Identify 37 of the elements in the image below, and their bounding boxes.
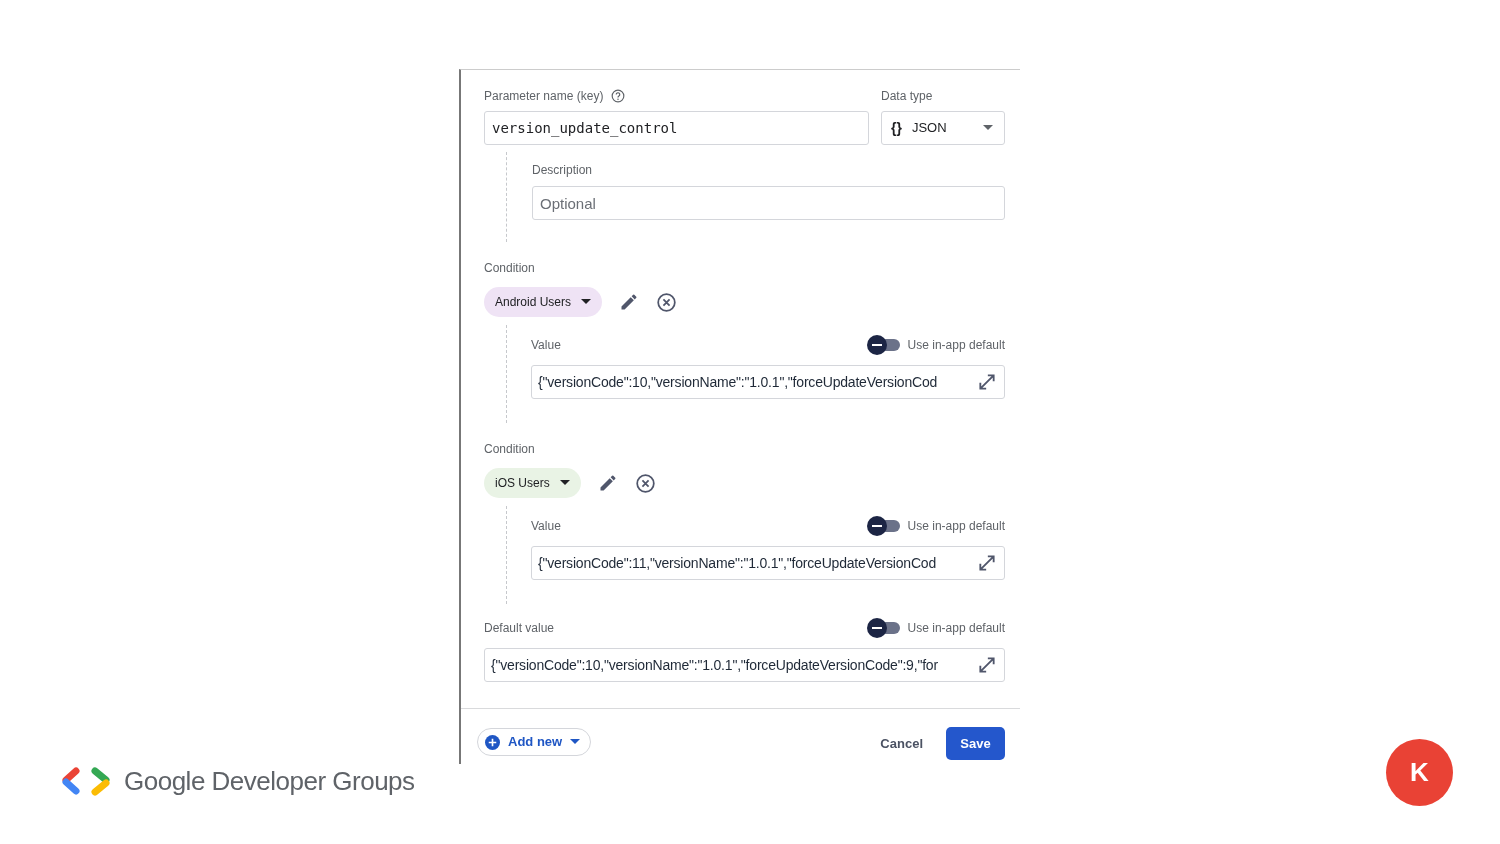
caret-icon bbox=[983, 125, 993, 131]
remove-icon[interactable] bbox=[656, 291, 678, 313]
value-field[interactable]: {"versionCode":11,"versionName":"1.0.1","forceUpdateVersionCod bbox=[531, 546, 1005, 580]
help-icon[interactable] bbox=[611, 89, 626, 103]
field-label: Value bbox=[531, 518, 561, 535]
toggle-label: Use in-app default bbox=[907, 518, 1005, 535]
caret-icon bbox=[570, 739, 581, 745]
cancel-button[interactable]: Cancel bbox=[870, 727, 933, 760]
condition-chip[interactable]: Android Users bbox=[484, 287, 603, 317]
toggle-label: Use in-app default bbox=[907, 620, 1005, 637]
logo-text: Google Developer Groups bbox=[124, 765, 415, 798]
value-field[interactable]: {"versionCode":10,"versionName":"1.0.1","forceUpdateVersionCod bbox=[531, 365, 1005, 399]
field-label: Parameter name (key) bbox=[484, 88, 604, 105]
field-label: Data type bbox=[881, 88, 934, 105]
field-label: Value bbox=[531, 337, 561, 354]
plus-icon bbox=[485, 734, 500, 750]
value-field[interactable]: {"versionCode":10,"versionName":"1.0.1","forceUpdateVersionCode":9,"for bbox=[484, 648, 1005, 682]
condition-chip[interactable]: iOS Users bbox=[484, 468, 581, 498]
toggle-switch[interactable] bbox=[866, 335, 901, 355]
caret-icon bbox=[581, 299, 592, 305]
toggle-label: Use in-app default bbox=[907, 337, 1005, 354]
toggle-switch[interactable] bbox=[866, 516, 901, 536]
section-label: Condition bbox=[484, 441, 536, 456]
expand-icon[interactable] bbox=[977, 655, 997, 675]
caret-icon bbox=[559, 480, 570, 486]
field-label: Description bbox=[532, 162, 594, 177]
expand-icon[interactable] bbox=[977, 553, 997, 573]
data-type-dropdown[interactable]: {} JSON bbox=[881, 111, 1005, 145]
field-label: Default value bbox=[484, 620, 555, 637]
save-button[interactable]: Save bbox=[946, 727, 1005, 760]
remove-icon[interactable] bbox=[634, 472, 656, 494]
avatar: K bbox=[1386, 739, 1453, 806]
expand-icon[interactable] bbox=[977, 372, 997, 392]
toggle-switch[interactable] bbox=[866, 618, 901, 638]
description-field[interactable]: Optional bbox=[532, 186, 1005, 220]
parameter-name-field[interactable]: version_update_control bbox=[484, 111, 869, 145]
section-label: Condition bbox=[484, 260, 536, 275]
